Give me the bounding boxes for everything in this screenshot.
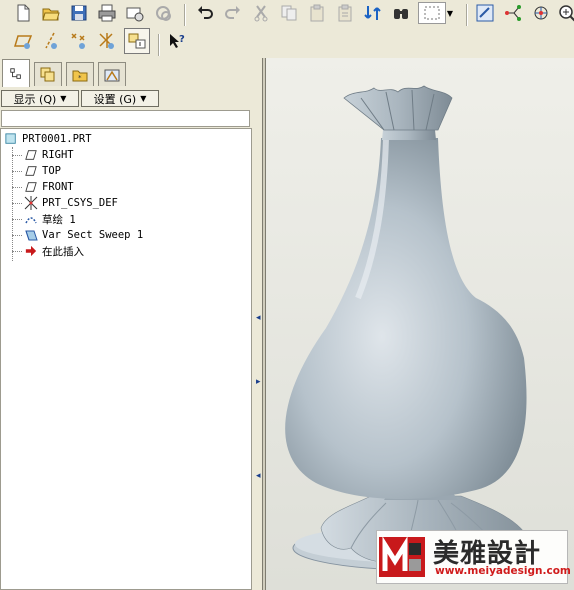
open-folder-icon[interactable] xyxy=(40,2,62,24)
paste-icon[interactable] xyxy=(306,2,328,24)
tree-item-insert-here[interactable]: 在此插入 xyxy=(23,243,84,259)
tree-item-label: PRT_CSYS_DEF xyxy=(42,197,118,209)
csys-display-icon[interactable] xyxy=(96,30,118,52)
tree-item-top[interactable]: TOP xyxy=(23,163,61,179)
regenerate-icon[interactable] xyxy=(362,2,384,24)
favorites-tab[interactable] xyxy=(98,62,126,86)
datum-toolbar: ? xyxy=(0,28,574,58)
tree-connector xyxy=(12,251,22,252)
svg-text:*: * xyxy=(78,74,82,82)
link-icon[interactable] xyxy=(152,2,174,24)
view-refit-icon[interactable] xyxy=(474,2,496,24)
tree-root-label: PRT0001.PRT xyxy=(22,133,92,145)
vase-model xyxy=(285,85,550,571)
csys-icon xyxy=(23,196,39,210)
paste-special-icon[interactable] xyxy=(334,2,356,24)
settings-menu-label: 设置 (G) xyxy=(93,92,137,106)
datum-point-display-icon[interactable] xyxy=(68,30,90,52)
tree-item-label: FRONT xyxy=(42,181,74,193)
redo-icon[interactable] xyxy=(222,2,244,24)
watermark-url: www.meiyadesign.com xyxy=(435,565,571,577)
sweep-icon xyxy=(23,228,39,242)
meiya-logo-icon xyxy=(379,536,425,577)
cut-icon[interactable] xyxy=(250,2,272,24)
show-menu-button[interactable]: 显示 (Q) ▼ xyxy=(1,90,79,107)
tree-item-front[interactable]: FRONT xyxy=(23,179,74,195)
datum-plane-icon xyxy=(23,164,39,178)
graphics-viewport[interactable]: 美雅設計 www.meiyadesign.com xyxy=(266,58,574,590)
show-menu-label: 显示 (Q) xyxy=(13,92,57,106)
save-icon[interactable] xyxy=(68,2,90,24)
tree-filter-field[interactable] xyxy=(1,110,250,127)
datum-plane-display-icon[interactable] xyxy=(12,30,34,52)
new-file-icon[interactable] xyxy=(12,2,34,24)
copy-icon[interactable] xyxy=(278,2,300,24)
undo-icon[interactable] xyxy=(194,2,216,24)
chevron-down-icon: ▼ xyxy=(60,94,67,103)
print-icon[interactable] xyxy=(96,2,118,24)
model-tree-tab[interactable] xyxy=(2,59,30,87)
tree-connector xyxy=(12,235,22,236)
tree-item-label: Var Sect Sweep 1 xyxy=(42,229,144,241)
layer-tab[interactable] xyxy=(34,62,62,86)
find-icon[interactable] xyxy=(390,2,412,24)
tree-connector xyxy=(12,147,13,261)
tree-item-right[interactable]: RIGHT xyxy=(23,147,74,163)
orient-icon[interactable] xyxy=(530,2,552,24)
tree-item-csys[interactable]: PRT_CSYS_DEF xyxy=(23,195,118,211)
zoom-icon[interactable] xyxy=(556,2,574,24)
watermark-badge: 美雅設計 www.meiyadesign.com xyxy=(376,530,571,584)
tree-connector xyxy=(12,155,22,156)
datum-display-icon[interactable] xyxy=(502,2,524,24)
tree-connector xyxy=(12,219,22,220)
tree-item-sketch[interactable]: 草绘 1 xyxy=(23,211,76,227)
part-icon xyxy=(3,132,19,146)
datum-plane-icon xyxy=(23,180,39,194)
chevron-down-icon: ▼ xyxy=(140,94,147,103)
model-tree-panel: PRT0001.PRT RIGHT TOP FRONT PRT_CSYS_DEF… xyxy=(0,128,252,590)
tree-item-label: 草绘 1 xyxy=(42,213,76,226)
main-toolbar: ▼ xyxy=(0,2,574,30)
send-email-icon[interactable] xyxy=(124,2,146,24)
insert-here-arrow-icon xyxy=(23,244,39,258)
tree-settings-row: 显示 (Q) ▼ 设置 (G) ▼ xyxy=(0,90,252,108)
tree-item-label: RIGHT xyxy=(42,149,74,161)
sketch-icon xyxy=(23,212,39,226)
datum-axis-display-icon[interactable] xyxy=(40,30,62,52)
tree-connector xyxy=(12,171,22,172)
datum-plane-icon xyxy=(23,148,39,162)
tree-connector xyxy=(12,187,22,188)
tree-item-sweep[interactable]: Var Sect Sweep 1 xyxy=(23,227,143,243)
tree-item-label: 在此插入 xyxy=(42,245,84,258)
folder-browser-tab[interactable]: * xyxy=(66,62,94,86)
selection-dropdown-chevron-down-icon[interactable]: ▼ xyxy=(445,2,455,24)
svg-text:?: ? xyxy=(179,34,185,45)
tree-item-label: TOP xyxy=(42,165,61,177)
context-help-icon[interactable]: ? xyxy=(166,30,188,52)
model-tree-toggle-icon[interactable] xyxy=(124,28,150,54)
tree-connector xyxy=(12,203,22,204)
navigator-tabs: * xyxy=(0,58,262,88)
settings-menu-button[interactable]: 设置 (G) ▼ xyxy=(81,90,159,107)
selection-box-icon[interactable] xyxy=(418,2,446,24)
tree-root[interactable]: PRT0001.PRT xyxy=(3,131,92,147)
panel-splitter[interactable]: ◂ ▸ ◂ xyxy=(252,58,262,590)
